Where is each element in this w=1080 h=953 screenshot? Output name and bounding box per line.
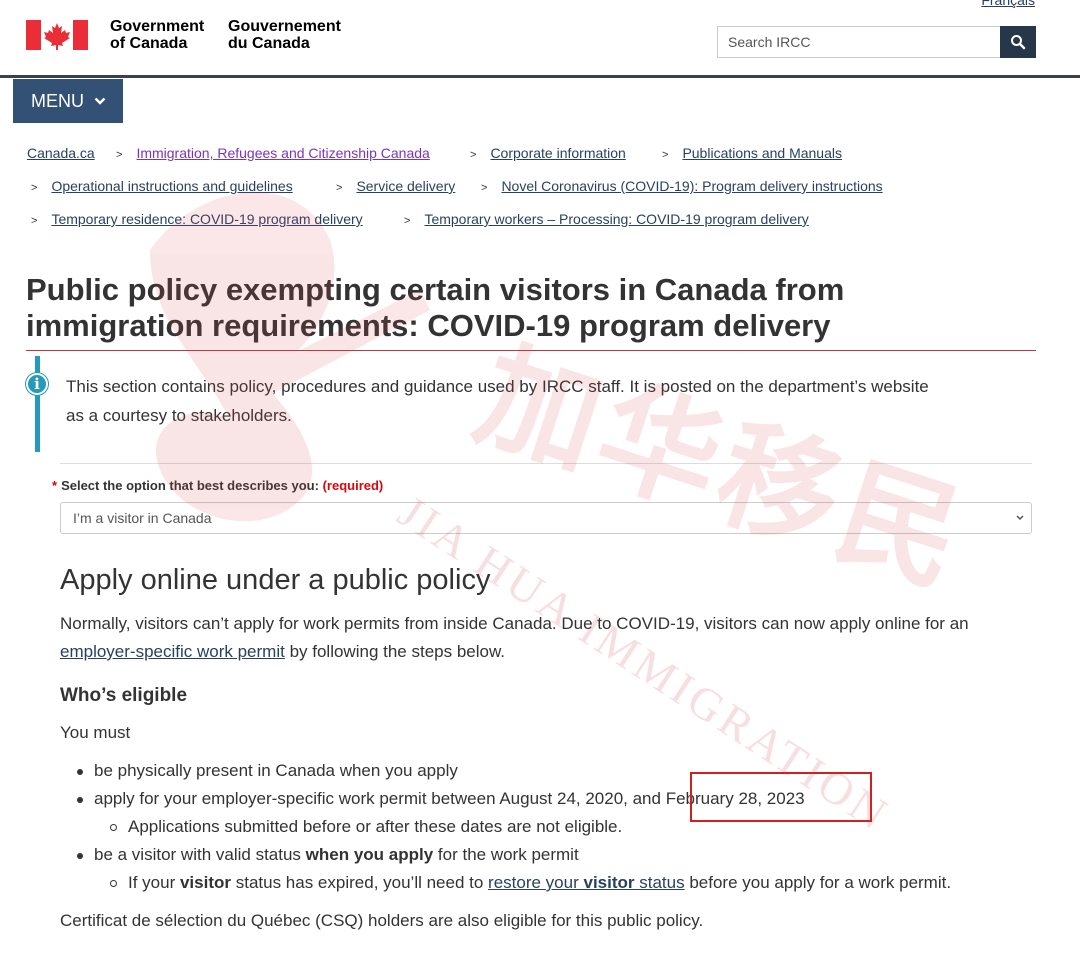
breadcrumb-link[interactable]: Canada.ca (27, 145, 95, 161)
restore-visitor-status-link[interactable]: restore your visitor status (488, 873, 685, 892)
info-alert-text: This section contains policy, procedures… (66, 377, 929, 425)
breadcrumb-link[interactable]: Novel Coronavirus (COVID-19): Program de… (501, 178, 882, 194)
search-icon (1011, 35, 1026, 50)
menu-label: MENU (31, 90, 84, 111)
eligibility-sub-bullet: Applications submitted before or after t… (128, 817, 623, 836)
required-text: (required) (322, 478, 384, 493)
page-title: Public policy exempting certain visitors… (26, 272, 845, 343)
breadcrumb-link[interactable]: Operational instructions and guidelines (51, 178, 292, 194)
sub-bullet-circle (110, 824, 117, 831)
breadcrumb-link[interactable]: Temporary residence: COVID-19 program de… (51, 211, 362, 227)
language-toggle-link[interactable]: Français (981, 0, 1035, 8)
visitor-type-select[interactable]: I’m a visitor in Canada (60, 502, 1032, 534)
breadcrumb-item: > Immigration, Refugees and Citizenship C… (116, 145, 430, 161)
breadcrumb-link[interactable]: Service delivery (356, 178, 455, 194)
sub-bullet-circle (110, 880, 117, 887)
required-asterisk: * (52, 478, 58, 493)
chevron-down-icon (94, 97, 106, 105)
breadcrumb-item: > Service delivery (336, 178, 456, 194)
search-button[interactable] (1000, 26, 1036, 58)
watermark-chinese-text: 加华移民 (461, 325, 983, 613)
eligibility-bullet: be physically present in Canada when you… (94, 761, 458, 780)
eligibility-heading: Who’s eligible (60, 685, 188, 706)
csq-paragraph: Certificat de sélection du Québec (CSQ) … (60, 911, 704, 930)
bullet-dot (77, 769, 83, 775)
breadcrumb-link[interactable]: Immigration, Refugees and Citizenship Ca… (136, 145, 429, 161)
bullet-dot (77, 853, 83, 859)
breadcrumb-link[interactable]: Corporate information (490, 145, 625, 161)
search-input[interactable] (717, 26, 1000, 58)
wordmark-english: Government of Canada (110, 18, 205, 52)
select-label: * Select the option that best describes y… (52, 478, 384, 493)
eligibility-bullet: apply for your employer-specific work pe… (94, 789, 805, 808)
breadcrumb-item: > Corporate information (470, 145, 626, 161)
info-alert-bar (35, 356, 40, 452)
title-rule (26, 350, 1036, 351)
you-must-text: You must (60, 723, 131, 742)
site-header: Français Government of Canada Gouverneme… (0, 0, 1080, 78)
bullet-dot (77, 797, 83, 803)
chevron-down-icon (1016, 515, 1024, 521)
employer-specific-work-permit-link[interactable]: employer-specific work permit (60, 642, 285, 661)
svg-text:加华移民: 加华移民 (461, 325, 983, 613)
wordmark-french: Gouvernement du Canada (228, 18, 341, 52)
breadcrumb-link[interactable]: Publications and Manuals (682, 145, 842, 161)
info-icon: i (26, 373, 48, 395)
breadcrumb-item: > Operational instructions and guidelines (31, 178, 293, 194)
breadcrumb-item: > Publications and Manuals (662, 145, 842, 161)
breadcrumb-item: Canada.ca (27, 145, 95, 161)
section-divider (60, 463, 1032, 464)
maple-leaf-flag-icon (26, 20, 88, 50)
breadcrumb-item: > Temporary residence: COVID-19 program d… (31, 211, 363, 227)
menu-button[interactable]: MENU (13, 79, 123, 123)
section-heading: Apply online under a public policy (60, 564, 491, 596)
intro-paragraph: Normally, visitors can’t apply for work … (60, 614, 969, 661)
select-value: I’m a visitor in Canada (73, 510, 212, 526)
breadcrumb-item: > Novel Coronavirus (COVID-19): Program d… (481, 178, 883, 194)
breadcrumb-link[interactable]: Temporary workers – Processing: COVID-19… (424, 211, 808, 227)
breadcrumb-item: > Temporary workers – Processing: COVID-1… (404, 211, 809, 227)
eligibility-bullet: be a visitor with valid status when you … (94, 845, 579, 864)
eligibility-sub-bullet: If your visitor status has expired, you’… (128, 873, 952, 892)
